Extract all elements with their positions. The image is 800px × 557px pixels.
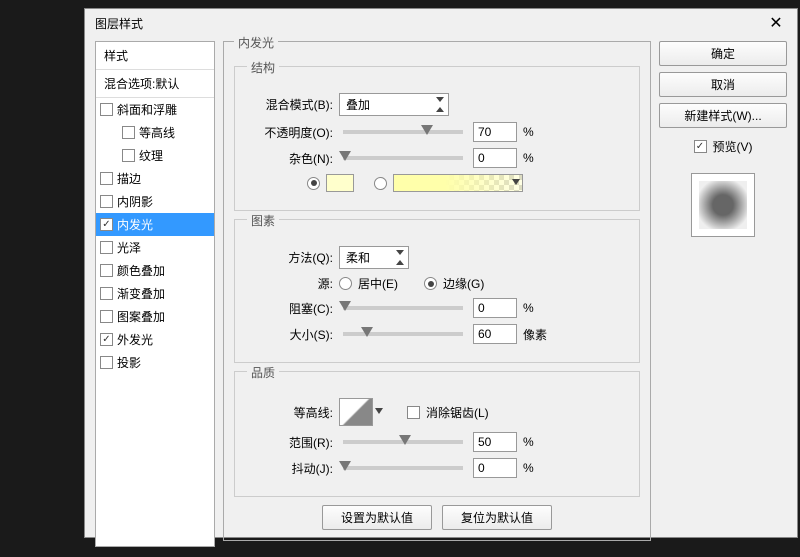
quality-group: 品质 等高线: 消除锯齿(L) 范围(R): 50 % [234, 371, 640, 497]
styles-sidebar: 样式 混合选项:默认 斜面和浮雕 等高线 纹理 描边 内阴影 内发光 光泽 颜色… [95, 41, 215, 547]
noise-slider[interactable] [343, 156, 463, 160]
technique-label: 方法(Q): [247, 249, 333, 266]
sidebar-item-stroke[interactable]: 描边 [96, 167, 214, 190]
source-label: 源: [247, 275, 333, 292]
opacity-slider[interactable] [343, 130, 463, 134]
sidebar-item-gradient-overlay[interactable]: 渐变叠加 [96, 282, 214, 305]
range-label: 范围(R): [247, 434, 333, 451]
new-style-button[interactable]: 新建样式(W)... [659, 103, 787, 128]
structure-group: 结构 混合模式(B): 叠加 不透明度(O): 70 % 杂色(N): [234, 66, 640, 211]
antialias-label: 消除锯齿(L) [426, 404, 489, 421]
contour-picker[interactable] [339, 398, 373, 426]
preview-label: 预览(V) [713, 138, 753, 155]
checkbox-icon[interactable] [100, 103, 113, 116]
color-type-solid-radio[interactable] [307, 177, 320, 190]
jitter-input[interactable]: 0 [473, 458, 517, 478]
preview-thumbnail [691, 173, 755, 237]
range-slider[interactable] [343, 440, 463, 444]
choke-input[interactable]: 0 [473, 298, 517, 318]
size-input[interactable]: 60 [473, 324, 517, 344]
checkbox-icon[interactable] [100, 218, 113, 231]
sidebar-header-styles[interactable]: 样式 [96, 42, 214, 70]
titlebar: 图层样式 ✕ [85, 9, 797, 37]
panel-title: 内发光 [234, 34, 278, 51]
structure-legend: 结构 [247, 59, 279, 76]
sidebar-item-color-overlay[interactable]: 颜色叠加 [96, 259, 214, 282]
choke-label: 阻塞(C): [247, 300, 333, 317]
checkbox-icon[interactable] [122, 126, 135, 139]
noise-unit: % [523, 151, 534, 165]
quality-legend: 品质 [247, 364, 279, 381]
sidebar-item-contour[interactable]: 等高线 [96, 121, 214, 144]
reset-default-button[interactable]: 复位为默认值 [442, 505, 552, 530]
close-icon[interactable]: ✕ [761, 13, 791, 33]
make-default-button[interactable]: 设置为默认值 [322, 505, 432, 530]
opacity-input[interactable]: 70 [473, 122, 517, 142]
dialog-title: 图层样式 [95, 15, 143, 32]
checkbox-icon[interactable] [100, 287, 113, 300]
layer-style-dialog: 图层样式 ✕ 样式 混合选项:默认 斜面和浮雕 等高线 纹理 描边 内阴影 内发… [84, 8, 798, 538]
checkbox-icon[interactable] [100, 333, 113, 346]
elements-legend: 图素 [247, 212, 279, 229]
cancel-button[interactable]: 取消 [659, 72, 787, 97]
noise-label: 杂色(N): [247, 150, 333, 167]
checkbox-icon[interactable] [100, 356, 113, 369]
source-edge-radio[interactable] [424, 277, 437, 290]
sidebar-item-pattern-overlay[interactable]: 图案叠加 [96, 305, 214, 328]
color-swatch[interactable] [326, 174, 354, 192]
color-type-gradient-radio[interactable] [374, 177, 387, 190]
right-column: 确定 取消 新建样式(W)... 预览(V) [659, 41, 787, 547]
choke-unit: % [523, 301, 534, 315]
elements-group: 图素 方法(Q): 柔和 源: 居中(E) 边缘(G) 阻塞(C): [234, 219, 640, 363]
range-unit: % [523, 435, 534, 449]
checkbox-icon[interactable] [100, 310, 113, 323]
gradient-swatch[interactable] [393, 174, 523, 192]
noise-input[interactable]: 0 [473, 148, 517, 168]
size-slider[interactable] [343, 332, 463, 336]
contour-label: 等高线: [247, 404, 333, 421]
checkbox-icon[interactable] [100, 172, 113, 185]
source-center-radio[interactable] [339, 277, 352, 290]
sidebar-item-texture[interactable]: 纹理 [96, 144, 214, 167]
preview-checkbox[interactable] [694, 140, 707, 153]
range-input[interactable]: 50 [473, 432, 517, 452]
sidebar-item-bevel[interactable]: 斜面和浮雕 [96, 98, 214, 121]
blend-mode-label: 混合模式(B): [247, 96, 333, 113]
checkbox-icon[interactable] [100, 241, 113, 254]
main-panel: 内发光 结构 混合模式(B): 叠加 不透明度(O): 70 % 杂色(N): [223, 41, 651, 547]
blend-mode-select[interactable]: 叠加 [339, 93, 449, 116]
checkbox-icon[interactable] [100, 264, 113, 277]
sidebar-item-inner-shadow[interactable]: 内阴影 [96, 190, 214, 213]
size-unit: 像素 [523, 326, 547, 343]
choke-slider[interactable] [343, 306, 463, 310]
size-label: 大小(S): [247, 326, 333, 343]
sidebar-item-drop-shadow[interactable]: 投影 [96, 351, 214, 374]
sidebar-item-satin[interactable]: 光泽 [96, 236, 214, 259]
ok-button[interactable]: 确定 [659, 41, 787, 66]
jitter-slider[interactable] [343, 466, 463, 470]
sidebar-item-inner-glow[interactable]: 内发光 [96, 213, 214, 236]
jitter-unit: % [523, 461, 534, 475]
jitter-label: 抖动(J): [247, 460, 333, 477]
opacity-unit: % [523, 125, 534, 139]
opacity-label: 不透明度(O): [247, 124, 333, 141]
sidebar-item-outer-glow[interactable]: 外发光 [96, 328, 214, 351]
checkbox-icon[interactable] [100, 195, 113, 208]
antialias-checkbox[interactable] [407, 406, 420, 419]
checkbox-icon[interactable] [122, 149, 135, 162]
source-edge-label: 边缘(G) [443, 275, 484, 292]
source-center-label: 居中(E) [358, 275, 398, 292]
technique-select[interactable]: 柔和 [339, 246, 409, 269]
sidebar-blend-options[interactable]: 混合选项:默认 [96, 70, 214, 98]
